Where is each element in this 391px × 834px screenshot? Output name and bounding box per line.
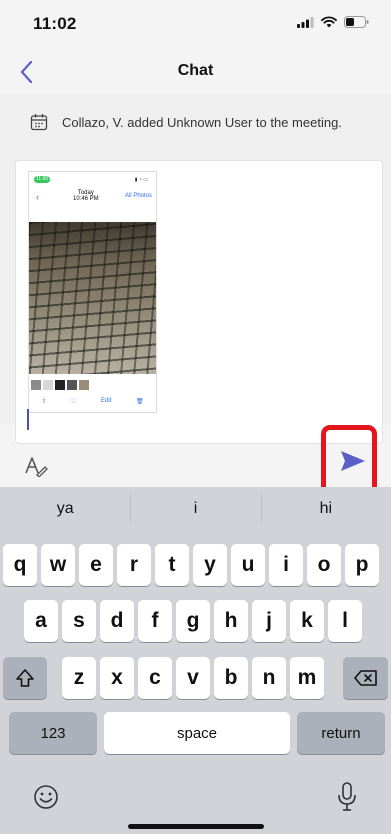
- key-w[interactable]: w: [41, 544, 75, 586]
- thumbnail: [79, 380, 89, 390]
- nav-bar: Chat: [0, 50, 391, 94]
- space-key[interactable]: space: [104, 712, 290, 754]
- heart-icon: ♡: [70, 398, 77, 405]
- battery-icon: [344, 16, 369, 28]
- attachment-status-time: 11:00: [36, 176, 49, 182]
- keyboard: ya i hi q w e r t y u i o p a s d f g h …: [0, 487, 391, 834]
- system-message-text: Collazo, V. added Unknown User to the me…: [62, 114, 342, 130]
- compose-box[interactable]: 11:00 ▮ ◔ ▭ ‹ Today 10:46 PM All Photos …: [15, 160, 383, 444]
- key-h[interactable]: h: [214, 600, 248, 642]
- send-button[interactable]: [339, 449, 367, 473]
- key-k[interactable]: k: [290, 600, 324, 642]
- format-text-icon: [25, 457, 48, 478]
- send-icon: [341, 451, 365, 471]
- home-indicator: [128, 824, 264, 829]
- key-b[interactable]: b: [214, 657, 248, 699]
- suggestion-bar: ya i hi: [0, 487, 391, 531]
- attachment-all-photos: All Photos: [124, 193, 152, 199]
- attachment-title-line2: 10:46 PM: [73, 196, 99, 202]
- key-p[interactable]: p: [345, 544, 379, 586]
- key-a[interactable]: a: [24, 600, 58, 642]
- suggestion-item[interactable]: hi: [260, 494, 391, 522]
- key-v[interactable]: v: [176, 657, 210, 699]
- key-d[interactable]: d: [100, 600, 134, 642]
- attachment-thumbnails: [31, 380, 89, 390]
- status-bar: 11:02: [0, 0, 391, 50]
- attachment-edit-label: Edit: [101, 398, 112, 404]
- key-r[interactable]: r: [117, 544, 151, 586]
- numbers-key[interactable]: 123: [9, 712, 97, 754]
- emoji-icon: [34, 785, 58, 809]
- clipped-message-fragment: · · · · ·: [160, 94, 191, 98]
- attachment-toolbar: ⇧ ♡ Edit 🗑: [29, 394, 156, 408]
- trash-icon: 🗑: [136, 398, 144, 405]
- thumbnail: [31, 380, 41, 390]
- key-u[interactable]: u: [231, 544, 265, 586]
- key-c[interactable]: c: [138, 657, 172, 699]
- dictation-button[interactable]: [335, 781, 359, 813]
- key-z[interactable]: z: [62, 657, 96, 699]
- shift-key[interactable]: [3, 657, 47, 699]
- page-title: Chat: [177, 62, 214, 79]
- key-m[interactable]: m: [290, 657, 324, 699]
- keyboard-photo-image: [29, 222, 156, 374]
- shift-icon: [16, 669, 34, 687]
- share-icon: ⇧: [41, 398, 47, 405]
- key-x[interactable]: x: [100, 657, 134, 699]
- suggestion-item[interactable]: ya: [0, 500, 130, 518]
- key-f[interactable]: f: [138, 600, 172, 642]
- suggestion-item[interactable]: i: [130, 494, 260, 522]
- image-attachment[interactable]: 11:00 ▮ ◔ ▭ ‹ Today 10:46 PM All Photos …: [28, 171, 157, 413]
- status-icons: [297, 16, 369, 28]
- key-i[interactable]: i: [269, 544, 303, 586]
- calendar-icon: [30, 114, 48, 131]
- delete-key[interactable]: [343, 657, 388, 699]
- attachment-back-icon: ‹: [36, 192, 39, 202]
- status-time: 11:02: [33, 14, 77, 33]
- keyboard-bottom-bar: [0, 777, 391, 817]
- attachment-title: Today 10:46 PM: [73, 190, 99, 202]
- key-y[interactable]: y: [193, 544, 227, 586]
- key-j[interactable]: j: [252, 600, 286, 642]
- format-text-button[interactable]: [24, 455, 48, 478]
- key-q[interactable]: q: [3, 544, 37, 586]
- key-n[interactable]: n: [252, 657, 286, 699]
- attachment-signal-icon: ▮ ◔ ▭: [134, 177, 148, 183]
- delete-icon: [353, 670, 377, 686]
- key-s[interactable]: s: [62, 600, 96, 642]
- return-key[interactable]: return: [297, 712, 385, 754]
- key-l[interactable]: l: [328, 600, 362, 642]
- text-cursor: [27, 409, 29, 430]
- key-g[interactable]: g: [176, 600, 210, 642]
- wifi-icon: [321, 16, 337, 28]
- key-o[interactable]: o: [307, 544, 341, 586]
- system-message: Collazo, V. added Unknown User to the me…: [30, 113, 342, 131]
- emoji-button[interactable]: [32, 783, 60, 811]
- key-e[interactable]: e: [79, 544, 113, 586]
- thumbnail: [43, 380, 53, 390]
- microphone-icon: [338, 782, 356, 811]
- signal-icon: [297, 16, 314, 28]
- thumbnail: [67, 380, 77, 390]
- key-t[interactable]: t: [155, 544, 189, 586]
- thumbnail: [55, 380, 65, 390]
